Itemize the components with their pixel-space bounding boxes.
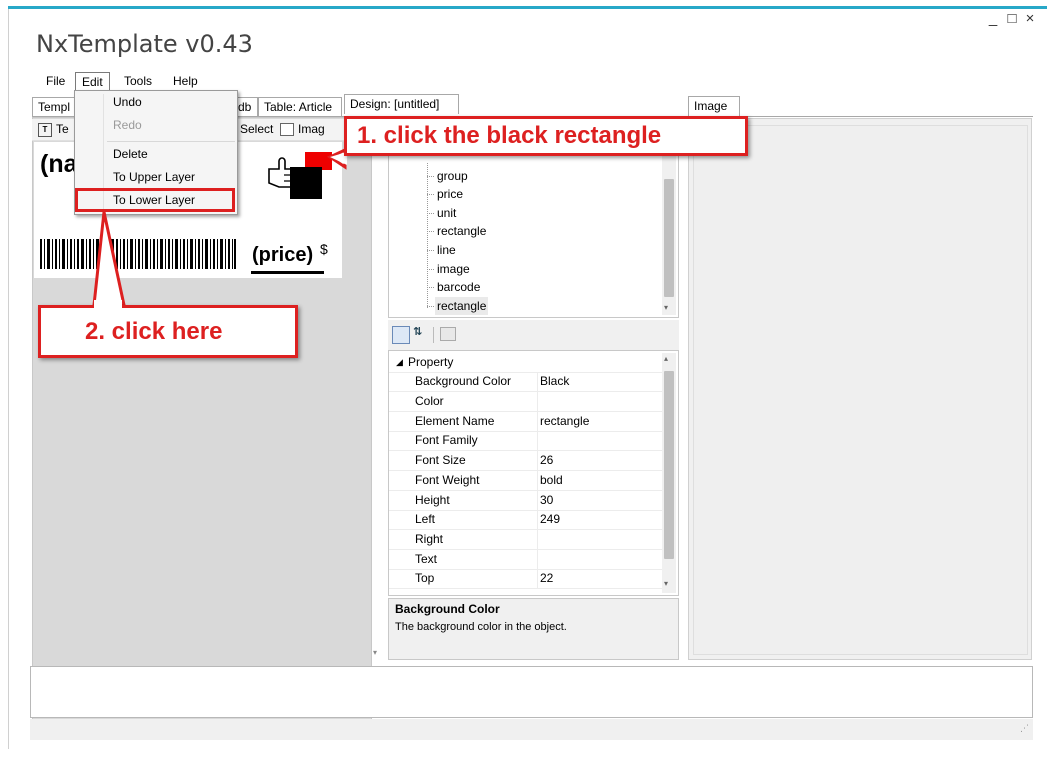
callout2-join: [94, 300, 122, 310]
callout-step1: 1. click the black rectangle: [344, 116, 748, 156]
callout-step2: 2. click here: [38, 305, 298, 358]
annotation-arrows: [92, 147, 347, 307]
callout2-pointer: [92, 211, 126, 307]
